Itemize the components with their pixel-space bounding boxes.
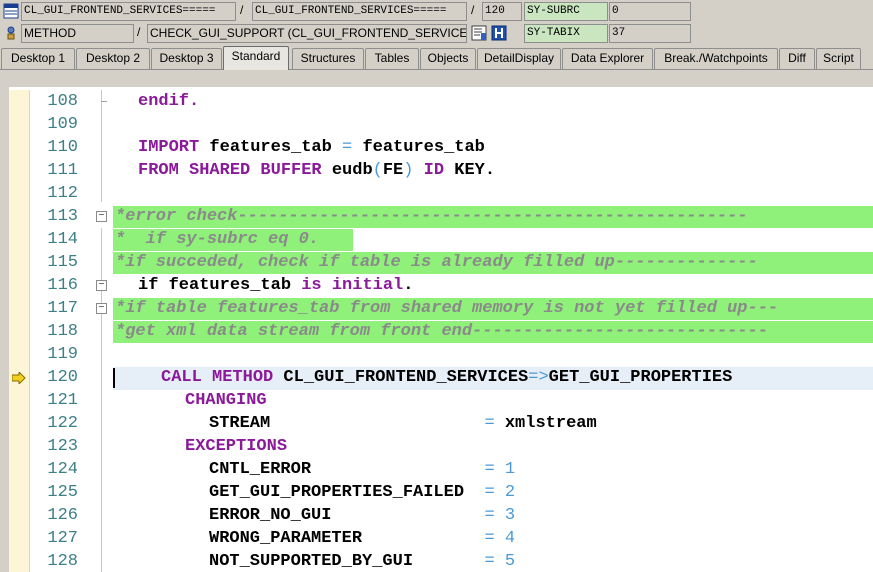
code-comment: *if succeded, check if table is already … <box>115 253 758 272</box>
separator: / <box>137 25 141 39</box>
table-icon[interactable] <box>3 3 19 19</box>
fold-toggle-icon[interactable]: − <box>96 303 107 314</box>
code-text: CALL METHOD CL_GUI_FRONTEND_SERVICES=>GE… <box>161 368 733 387</box>
line-number: 121 <box>47 391 78 410</box>
tab-structures[interactable]: Structures <box>292 48 364 69</box>
line-number: 116 <box>47 276 78 295</box>
code-line: 122 STREAM = xmlstream <box>0 412 873 435</box>
line-number: 122 <box>47 414 78 433</box>
code-line: 116 − if features_tab is initial. <box>0 274 873 297</box>
line-number: 113 <box>47 207 78 226</box>
change-list-icon[interactable] <box>471 25 487 41</box>
line-number: 108 <box>47 92 78 111</box>
line-number: 120 <box>47 368 78 387</box>
code-text: FROM SHARED BUFFER eudb(FE) ID KEY. <box>138 161 496 180</box>
tab-detaildisplay[interactable]: DetailDisplay <box>477 48 561 69</box>
line-number: 125 <box>47 483 78 502</box>
code-line: 113 − *error check----------------------… <box>0 205 873 228</box>
tab-diff[interactable]: Diff <box>779 48 815 69</box>
line-number: 109 <box>47 115 78 134</box>
code-line: 110 IMPORT features_tab = features_tab <box>0 136 873 159</box>
fold-toggle-icon[interactable]: − <box>96 211 107 222</box>
fold-toggle-icon[interactable]: − <box>96 280 107 291</box>
code-text: NOT_SUPPORTED_BY_GUI = 5 <box>209 552 516 571</box>
sysfield2-name[interactable]: SY-TABIX <box>524 24 608 43</box>
code-line: 123 EXCEPTIONS <box>0 435 873 458</box>
tab-bar: Desktop 1 Desktop 2 Desktop 3 Standard S… <box>0 46 873 70</box>
code-line: 121 CHANGING <box>0 389 873 412</box>
code-text: IMPORT features_tab = features_tab <box>138 138 485 157</box>
header-row-event: METHOD / CHECK_GUI_SUPPORT (CL_GUI_FRONT… <box>0 22 873 44</box>
separator: / <box>240 3 244 17</box>
line-number: 123 <box>47 437 78 456</box>
tab-data-explorer[interactable]: Data Explorer <box>562 48 653 69</box>
tab-script[interactable]: Script <box>816 48 861 69</box>
code-comment: *if table features_tab from shared memor… <box>115 299 779 318</box>
line-number: 128 <box>47 552 78 571</box>
line-number: 117 <box>47 299 78 318</box>
tab-desktop-2[interactable]: Desktop 2 <box>76 48 150 69</box>
sysfield1-value[interactable]: 0 <box>609 2 691 21</box>
code-line: 119 <box>0 343 873 366</box>
code-text: WRONG_PARAMETER = 4 <box>209 529 516 548</box>
line-number: 110 <box>47 138 78 157</box>
tab-break-watchpoints[interactable]: Break./Watchpoints <box>654 48 778 69</box>
code-line: 124 CNTL_ERROR = 1 <box>0 458 873 481</box>
line-number: 111 <box>47 161 78 180</box>
fold-tick <box>101 101 107 102</box>
event-field[interactable]: CHECK_GUI_SUPPORT (CL_GUI_FRONTEND_SERVI… <box>147 24 467 43</box>
code-text: CNTL_ERROR = 1 <box>209 460 516 479</box>
info-icon[interactable] <box>491 25 507 41</box>
code-comment: * if sy-subrc eq 0. <box>115 230 320 249</box>
code-line: 109 <box>0 113 873 136</box>
code-text: ERROR_NO_GUI = 3 <box>209 506 516 525</box>
separator: / <box>471 3 475 17</box>
code-line: 126 ERROR_NO_GUI = 3 <box>0 504 873 527</box>
text-cursor <box>113 368 115 388</box>
method-icon <box>7 26 15 40</box>
line-number: 114 <box>47 230 78 249</box>
code-line: 111 FROM SHARED BUFFER eudb(FE) ID KEY. <box>0 159 873 182</box>
code-line: 128 NOT_SUPPORTED_BY_GUI = 5 <box>0 550 873 572</box>
line-number-field[interactable]: 120 <box>482 2 522 21</box>
line-number: 127 <box>47 529 78 548</box>
code-line: 112 <box>0 182 873 205</box>
tab-objects[interactable]: Objects <box>420 48 476 69</box>
code-line: 118 *get xml data stream from front end-… <box>0 320 873 343</box>
code-text: GET_GUI_PROPERTIES_FAILED = 2 <box>209 483 516 502</box>
event-type-field[interactable]: METHOD <box>21 24 134 43</box>
line-number: 119 <box>47 345 78 364</box>
code-text: EXCEPTIONS <box>185 437 288 456</box>
code-text: endif. <box>138 92 200 111</box>
code-text: STREAM = xmlstream <box>209 414 597 433</box>
tab-desktop-1[interactable]: Desktop 1 <box>1 48 75 69</box>
sysfield1-name[interactable]: SY-SUBRC <box>524 2 608 21</box>
code-line: 108 endif. <box>0 90 873 113</box>
header-row-program: CL_GUI_FRONTEND_SERVICES===== / CL_GUI_F… <box>0 0 873 22</box>
line-number: 126 <box>47 506 78 525</box>
sysfield2-value[interactable]: 37 <box>609 24 691 43</box>
program-field[interactable]: CL_GUI_FRONTEND_SERVICES===== <box>21 2 236 21</box>
code-line: 115 *if succeded, check if table is alre… <box>0 251 873 274</box>
code-line-current: 120 CALL METHOD CL_GUI_FRONTEND_SERVICES… <box>0 366 873 389</box>
line-number: 118 <box>47 322 78 341</box>
code-line: 127 WRONG_PARAMETER = 4 <box>0 527 873 550</box>
code-comment: *get xml data stream from front end-----… <box>115 322 768 341</box>
line-number: 112 <box>47 184 78 203</box>
include-field[interactable]: CL_GUI_FRONTEND_SERVICES===== <box>252 2 467 21</box>
tab-tables[interactable]: Tables <box>365 48 419 69</box>
code-comment: *error check----------------------------… <box>115 207 748 226</box>
code-text: if features_tab is initial. <box>138 276 414 295</box>
current-line-arrow-icon <box>12 372 26 384</box>
code-line: 125 GET_GUI_PROPERTIES_FAILED = 2 <box>0 481 873 504</box>
code-line: 114 * if sy-subrc eq 0. <box>0 228 873 251</box>
code-line: 117 − *if table features_tab from shared… <box>0 297 873 320</box>
line-number: 124 <box>47 460 78 479</box>
tab-desktop-3[interactable]: Desktop 3 <box>151 48 222 69</box>
code-text: CHANGING <box>185 391 267 410</box>
tab-standard[interactable]: Standard <box>223 46 289 70</box>
line-number: 115 <box>47 253 78 272</box>
